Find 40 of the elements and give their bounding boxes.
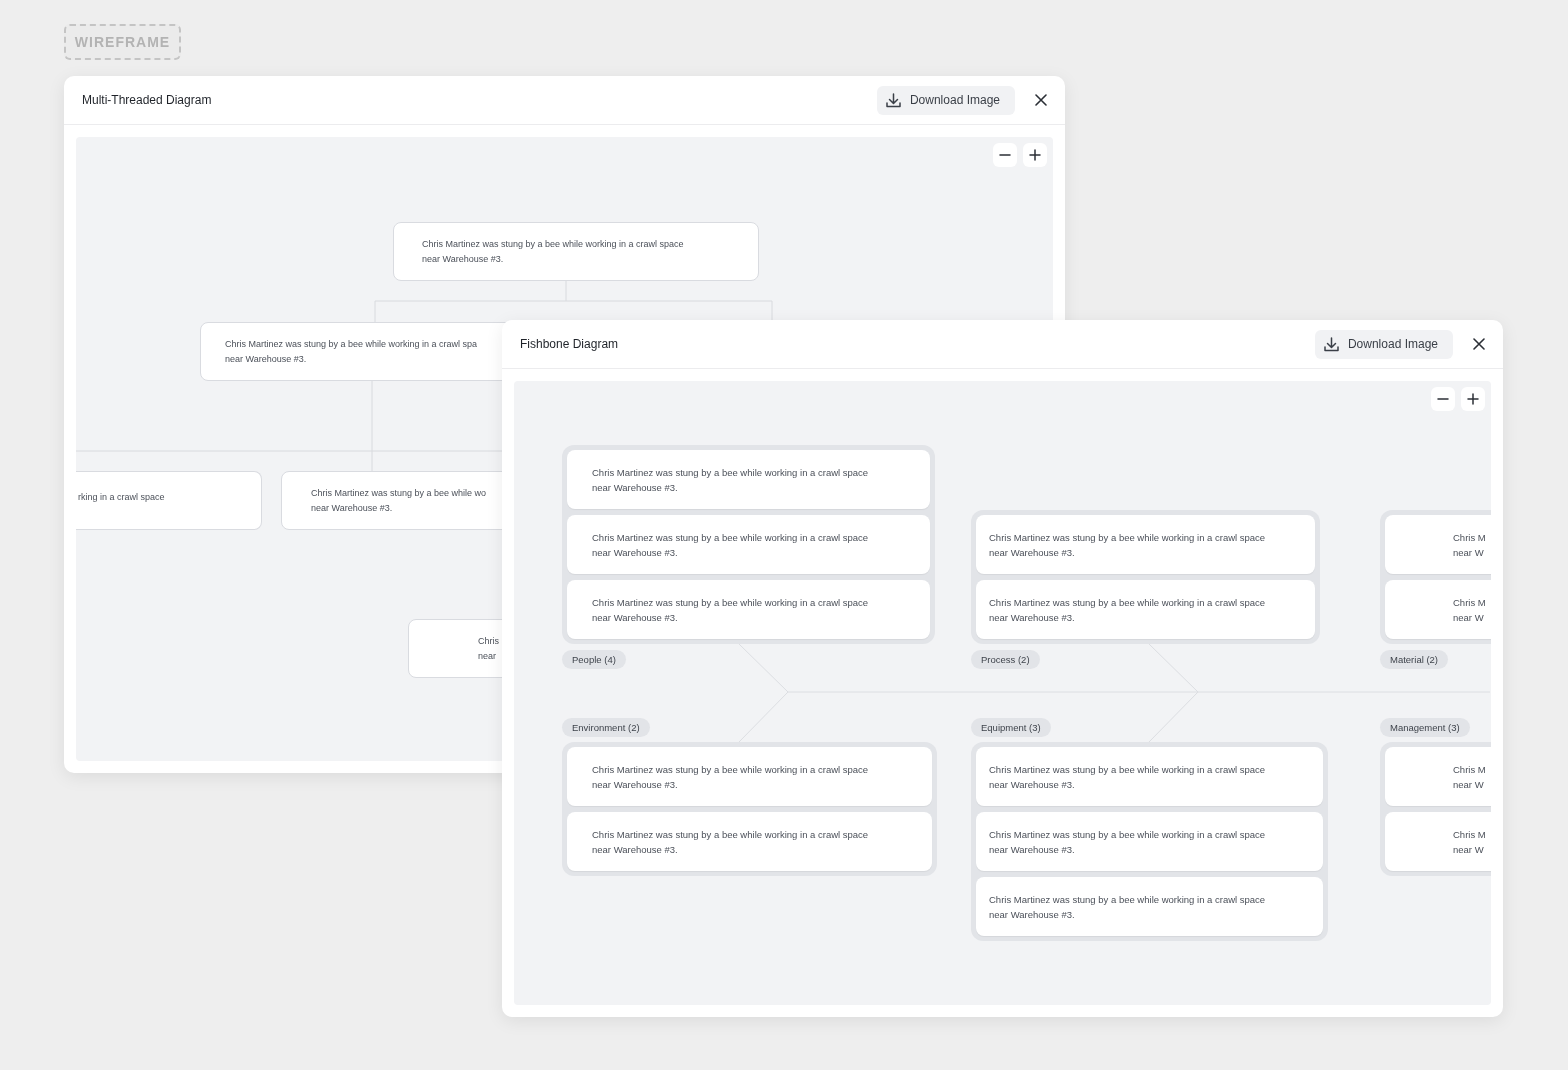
download-icon xyxy=(1322,335,1340,353)
zoom-in-button[interactable] xyxy=(1461,387,1485,411)
category-label: Management (3) xyxy=(1380,718,1470,737)
plus-icon xyxy=(1467,393,1479,405)
cause-text: Chris M near W xyxy=(1453,530,1486,560)
category-label: People (4) xyxy=(562,650,626,669)
cause-text: Chris Martinez was stung by a bee while working in a crawl space near Warehouse #3. xyxy=(592,595,869,625)
category-label: Environment (2) xyxy=(562,718,650,737)
zoom-out-button[interactable] xyxy=(1431,387,1455,411)
cause-text: Chris Martinez was stung by a bee while working in a crawl space near Warehouse #3. xyxy=(989,762,1266,792)
cause-text: Chris Martinez was stung by a bee while working in a crawl space near Warehouse #3. xyxy=(989,827,1266,857)
close-icon xyxy=(1473,338,1485,350)
window-title: Fishbone Diagram xyxy=(520,337,620,351)
plus-icon xyxy=(1029,149,1041,161)
cause-text: Chris Martinez was stung by a bee while working in a crawl space near Warehouse #3. xyxy=(989,530,1266,560)
close-icon xyxy=(1035,94,1047,106)
node-text: rking in a crawl space xyxy=(78,491,165,504)
node-text: Chris near xyxy=(478,635,499,663)
cause-text: Chris Martinez was stung by a bee while working in a crawl space near Warehouse #3. xyxy=(989,595,1266,625)
cause-text: Chris Martinez was stung by a bee while working in a crawl space near Warehouse #3. xyxy=(592,465,869,495)
cause-text: Chris Martinez was stung by a bee while working in a crawl space near Warehouse #3. xyxy=(592,762,869,792)
window-title: Multi-Threaded Diagram xyxy=(82,93,213,107)
cause-text: Chris Martinez was stung by a bee while working in a crawl space near Warehouse #3. xyxy=(592,530,869,560)
cause-text: Chris M near W xyxy=(1453,827,1486,857)
category-label: Material (2) xyxy=(1380,650,1449,669)
download-button[interactable]: Download Image xyxy=(876,85,1015,115)
cause-text: Chris Martinez was stung by a bee while working in a crawl space near Warehouse #3. xyxy=(592,827,869,857)
download-icon xyxy=(884,91,902,109)
node-text: Chris Martinez was stung by a bee while working in a crawl space near Warehouse #3. xyxy=(422,238,684,266)
zoom-out-button[interactable] xyxy=(993,143,1017,167)
zoom-in-button[interactable] xyxy=(1023,143,1047,167)
cause-text: Chris M near W xyxy=(1453,595,1486,625)
download-button[interactable]: Download Image xyxy=(1314,329,1453,359)
wireframe-label: WIREFRAME xyxy=(64,24,181,60)
node-text: Chris Martinez was stung by a bee while wo near Warehouse #3. xyxy=(311,487,487,515)
category-label: Process (2) xyxy=(971,650,1040,669)
category-label: Equipment (3) xyxy=(971,718,1051,737)
node-text: Chris Martinez was stung by a bee while working in a crawl spa near Warehouse #3. xyxy=(225,338,478,366)
cause-text: Chris M near W xyxy=(1453,762,1486,792)
cause-text: Chris Martinez was stung by a bee while working in a crawl space near Warehouse #3. xyxy=(989,892,1266,922)
